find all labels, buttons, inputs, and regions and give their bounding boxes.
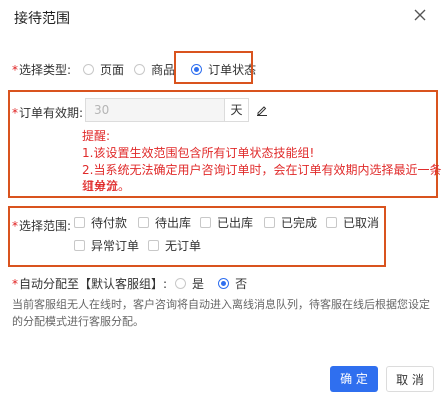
- radio-circle: [134, 64, 146, 75]
- checkbox-cancelled[interactable]: 已取消: [326, 214, 379, 231]
- close-icon[interactable]: [413, 8, 427, 22]
- checkbox-label: 待出库: [155, 216, 192, 230]
- checkbox-label: 已取消: [343, 216, 380, 230]
- checkbox-box: [74, 217, 85, 228]
- radio-label: 是: [192, 277, 205, 291]
- scope-label: 选择范围:: [19, 219, 72, 233]
- radio-type-page[interactable]: 页面: [83, 61, 124, 78]
- dialog-title: 接待范围: [14, 11, 70, 27]
- checkbox-box: [264, 217, 275, 228]
- validity-unit: 天: [225, 98, 249, 122]
- auto-assign-row: * 自动分配至【默认客服组】: 是 否: [12, 275, 257, 292]
- validity-row: * 订单有效期:: [12, 104, 83, 121]
- checkbox-pending-payment[interactable]: 待付款: [74, 214, 127, 231]
- radio-circle-selected: [218, 278, 230, 289]
- required-mark: *: [12, 62, 18, 77]
- required-mark: *: [12, 105, 18, 120]
- warning-title: 提醒:: [82, 129, 111, 143]
- required-mark: *: [12, 276, 18, 291]
- checkbox-box: [200, 217, 211, 228]
- highlight-box-order-status: [174, 51, 253, 84]
- validity-label: 订单有效期:: [19, 106, 84, 120]
- cancel-button[interactable]: 取 消: [386, 366, 434, 392]
- validity-days-input[interactable]: 30: [85, 98, 225, 122]
- checkbox-no-order[interactable]: 无订单: [148, 237, 201, 254]
- auto-assign-note: 当前客服组无人在线时，客户咨询将自动进入离线消息队列，待客服在线后根据您设定的分…: [12, 298, 430, 328]
- radio-label: 页面: [100, 63, 125, 77]
- radio-circle: [175, 278, 187, 289]
- checkbox-label: 已出库: [217, 216, 254, 230]
- warning-line-2-cont: 组分流。: [82, 179, 131, 193]
- checkbox-label: 异常订单: [91, 239, 140, 253]
- checkbox-box: [138, 217, 149, 228]
- required-mark: *: [12, 218, 18, 233]
- checkbox-label: 待付款: [91, 216, 128, 230]
- checkbox-completed[interactable]: 已完成: [264, 214, 317, 231]
- checkbox-box: [74, 240, 85, 251]
- warning-line-1: 1.该设置生效范围包含所有订单状态技能组!: [82, 146, 315, 160]
- checkbox-label: 已完成: [281, 216, 318, 230]
- warning-line-2: 2.当系统无法确定用户咨询订单时，会在订单有效期内选择最近一条订单分: [82, 163, 442, 193]
- radio-auto-assign-no[interactable]: 否: [218, 275, 247, 292]
- checkbox-pending-shipment[interactable]: 待出库: [138, 214, 191, 231]
- radio-auto-assign-yes[interactable]: 是: [175, 275, 204, 292]
- scope-dialog: 接待范围 * 选择类型: 页面 商品 订单状态 * 订单有效期: 30 天 提醒…: [0, 0, 445, 406]
- radio-label: 商品: [151, 63, 176, 77]
- checkbox-label: 无订单: [165, 239, 202, 253]
- checkbox-abnormal-order[interactable]: 异常订单: [74, 237, 139, 254]
- confirm-button[interactable]: 确 定: [330, 366, 378, 392]
- checkbox-box: [326, 217, 337, 228]
- radio-circle: [83, 64, 95, 75]
- checkbox-shipped[interactable]: 已出库: [200, 214, 253, 231]
- edit-icon[interactable]: [256, 104, 268, 116]
- radio-label: 否: [235, 277, 248, 291]
- auto-assign-label: 自动分配至【默认客服组】:: [19, 277, 168, 291]
- scope-row: * 选择范围:: [12, 217, 71, 234]
- checkbox-box: [148, 240, 159, 251]
- radio-type-product[interactable]: 商品: [134, 61, 175, 78]
- type-select-label: 选择类型:: [19, 63, 72, 77]
